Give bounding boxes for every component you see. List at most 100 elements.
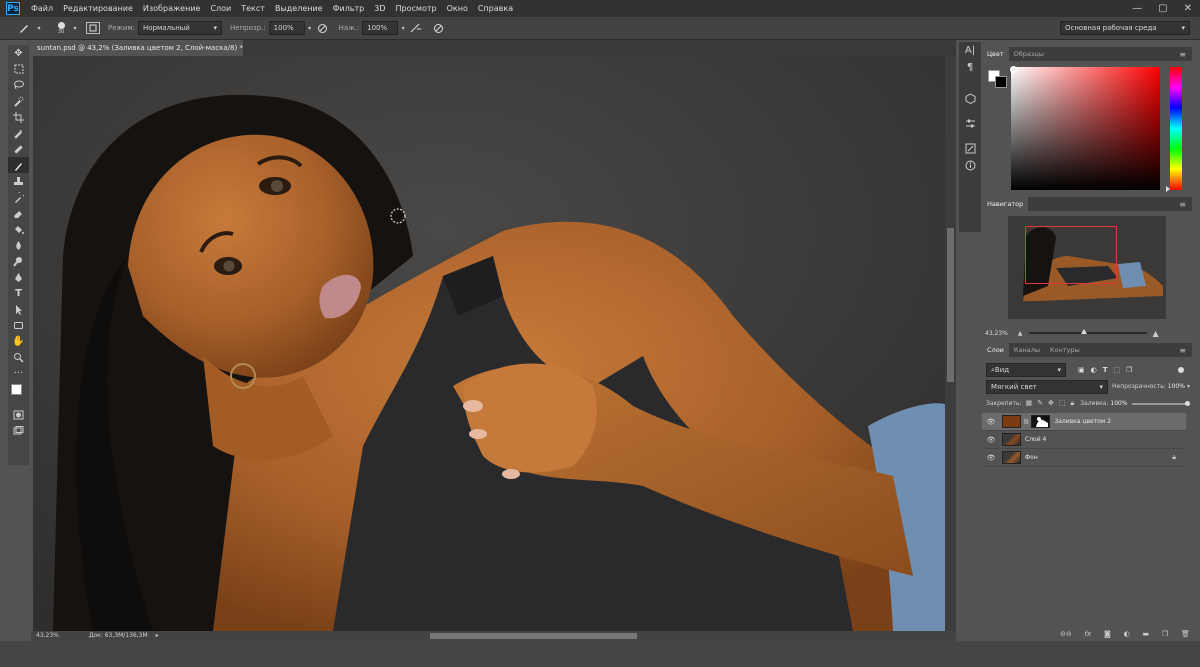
dodge-icon[interactable] [8, 253, 29, 269]
horizontal-scroll-thumb[interactable] [430, 633, 637, 639]
navigator-zoom-slider[interactable] [1028, 329, 1147, 334]
paragraph-icon[interactable]: ¶ [959, 59, 981, 76]
3d-cube-icon[interactable] [959, 90, 981, 107]
crop-icon[interactable] [8, 109, 29, 125]
layer-thumbnail[interactable] [1002, 433, 1021, 446]
info-icon[interactable] [959, 157, 981, 174]
status-zoom[interactable]: 43,23% [36, 632, 59, 639]
new-layer-icon[interactable]: ❐ [1162, 630, 1168, 638]
visibility-eye-icon[interactable]: 👁︎ [982, 436, 1000, 444]
new-group-icon[interactable]: ▬ [1143, 630, 1150, 638]
panel-menu-icon[interactable]: ≡ [1179, 200, 1186, 209]
adjustment-layer-icon[interactable]: ◐ [1124, 630, 1130, 638]
menu-type[interactable]: Текст [236, 4, 270, 13]
brush-icon[interactable] [8, 157, 29, 173]
brush-tool-icon[interactable] [14, 22, 34, 34]
link-layers-icon[interactable]: ⊖⊖ [1060, 630, 1072, 638]
fill-field[interactable]: 100% [1110, 400, 1127, 407]
bucket-icon[interactable] [8, 221, 29, 237]
color-picker-field[interactable] [1011, 67, 1160, 190]
navigator-zoom-value[interactable]: 43,23% [985, 330, 1008, 337]
history-brush-icon[interactable] [8, 189, 29, 205]
color-swatches[interactable] [8, 381, 29, 407]
menu-edit[interactable]: Редактирование [58, 4, 138, 13]
add-mask-icon[interactable]: ◙ [1104, 630, 1111, 638]
fx-icon[interactable]: fx [1085, 630, 1092, 638]
zoom-out-icon[interactable]: ▲ [1018, 330, 1023, 337]
menu-view[interactable]: Просмотр [391, 4, 442, 13]
brush-settings-icon[interactable] [959, 140, 981, 157]
layer-mask-thumbnail[interactable] [1031, 415, 1051, 428]
fill-slider-handle-icon[interactable] [1184, 400, 1190, 406]
navigator-view-box[interactable] [1025, 226, 1117, 284]
fill-slider[interactable] [1131, 400, 1190, 406]
status-arrow-icon[interactable]: ▸ [156, 632, 159, 639]
path-select-icon[interactable] [8, 301, 29, 317]
menu-image[interactable]: Изображение [138, 4, 206, 13]
chevron-down-icon[interactable]: ▾ [1187, 383, 1190, 390]
filter-shape-icon[interactable]: ⬚ [1114, 366, 1121, 374]
more-icon[interactable]: ··· [8, 365, 29, 381]
lock-position-icon[interactable]: ✥ [1048, 399, 1054, 408]
move-icon[interactable]: ✥ [8, 45, 29, 61]
stamp-icon[interactable] [8, 173, 29, 189]
marquee-icon[interactable] [8, 61, 29, 77]
lock-transparency-icon[interactable]: ▦ [1026, 399, 1033, 408]
eraser-icon[interactable] [8, 205, 29, 221]
lock-all-icon[interactable]: 🔒︎ [1071, 399, 1075, 408]
blend-mode-select[interactable]: Мягкий свет ▾ [986, 379, 1108, 394]
brush-panel-toggle-icon[interactable] [86, 22, 100, 34]
panel-menu-icon[interactable]: ≡ [1179, 50, 1186, 59]
text-icon[interactable]: T [8, 285, 29, 301]
delete-layer-icon[interactable]: 🗑︎ [1181, 630, 1190, 638]
layer-opacity-field[interactable]: 100% [1168, 383, 1185, 390]
layer-name[interactable]: Слой 4 [1025, 436, 1046, 443]
zoom-in-icon[interactable]: ▲ [1153, 329, 1159, 338]
document-canvas[interactable] [33, 56, 945, 631]
tab-color[interactable]: Цвет [982, 47, 1009, 61]
minimize-button[interactable]: — [1124, 3, 1150, 14]
lock-artboard-icon[interactable]: ⬚ [1059, 399, 1066, 408]
eyedropper-icon[interactable] [8, 125, 29, 141]
panel-menu-icon[interactable]: ≡ [1179, 346, 1186, 355]
tab-layers[interactable]: Слои [982, 343, 1009, 357]
maximize-button[interactable]: ▢ [1150, 3, 1175, 14]
healing-icon[interactable] [8, 141, 29, 157]
vertical-scroll-thumb[interactable] [947, 228, 954, 382]
chevron-down-icon[interactable]: ▾ [398, 25, 408, 32]
pressure-opacity-icon[interactable] [315, 23, 331, 34]
layer-name[interactable]: Заливка цветом 2 [1054, 418, 1111, 425]
pen-icon[interactable] [8, 269, 29, 285]
shape-icon[interactable] [8, 317, 29, 333]
navigator-preview[interactable] [1008, 216, 1166, 319]
airbrush-icon[interactable] [408, 23, 424, 34]
layer-thumbnail[interactable] [1002, 451, 1021, 464]
fill-color-thumbnail[interactable] [1002, 415, 1021, 428]
color-picker-cursor[interactable] [1010, 66, 1017, 73]
hue-slider[interactable] [1170, 67, 1182, 190]
layer-row-layer4[interactable]: 👁︎ Слой 4 [982, 431, 1186, 449]
tab-channels[interactable]: Каналы [1009, 343, 1045, 357]
menu-help[interactable]: Справка [473, 4, 518, 13]
chevron-down-icon[interactable]: ▾ [34, 25, 44, 32]
zoom-icon[interactable] [8, 349, 29, 365]
lock-pixels-icon[interactable]: ✎ [1037, 399, 1043, 408]
lasso-icon[interactable] [8, 77, 29, 93]
menu-file[interactable]: Файл [26, 4, 58, 13]
chain-link-icon[interactable]: ⛓︎ [1023, 419, 1029, 425]
mode-select[interactable]: Нормальный ▾ [138, 21, 223, 35]
chevron-down-icon[interactable]: ▾ [305, 25, 315, 32]
tab-swatches[interactable]: Образцы [1009, 47, 1049, 61]
quick-mask-icon[interactable] [8, 407, 29, 423]
pressure-field[interactable]: 100% [362, 21, 399, 35]
pressure-size-icon[interactable] [430, 23, 446, 34]
filter-pixel-icon[interactable]: ▣ [1078, 366, 1085, 374]
menu-3d[interactable]: 3D [369, 4, 390, 13]
chevron-down-icon[interactable]: ▾ [70, 25, 80, 32]
menu-layers[interactable]: Слои [205, 4, 236, 13]
layer-filter-select[interactable]: ⌕ Вид ▾ [986, 362, 1066, 377]
menu-select[interactable]: Выделение [270, 4, 328, 13]
blur-icon[interactable] [8, 237, 29, 253]
foreground-color-swatch[interactable] [11, 384, 22, 395]
screen-mode-icon[interactable] [8, 423, 29, 439]
